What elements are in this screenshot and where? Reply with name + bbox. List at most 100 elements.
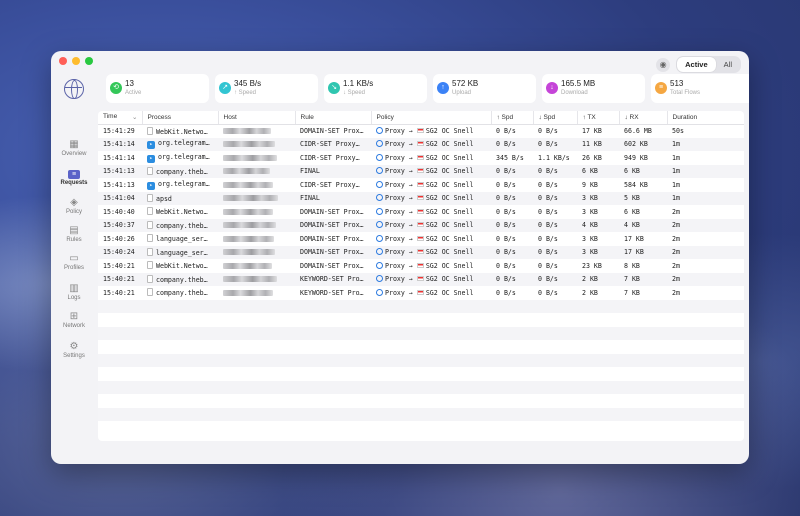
cell-duration: 2m [672, 288, 680, 297]
cell-up-speed: 0 B/s [491, 164, 533, 178]
cell-policy: Proxy → SG2 OC Snell [371, 286, 491, 300]
table-row[interactable]: 15:40:24 language_ser… DOMAIN-SET Prox… … [98, 245, 744, 259]
policy-node: SG2 OC Snell [425, 167, 474, 176]
cell-process: company.theb… [142, 164, 218, 178]
sidebar-item-requests[interactable]: ≡ Requests [51, 169, 97, 186]
cell-policy: Proxy → SG2 OC Snell [371, 151, 491, 165]
cell-up-speed: 0 B/s [491, 191, 533, 205]
cell-host [218, 164, 295, 178]
cell-duration: 50s [672, 127, 684, 135]
table-row[interactable]: 15:40:21 company.theb… KEYWORD-SET Pro… … [98, 272, 744, 286]
cell-rx: 66.6 MB [624, 127, 652, 135]
table-row[interactable]: 15:41:04 apsd FINAL Proxy → SG2 OC Snell … [98, 191, 744, 205]
column-header[interactable]: ↓ RX [619, 111, 668, 125]
stat-card: ↘ 1.1 KB/s ↓ Speed [324, 74, 427, 103]
table-row[interactable]: 15:40:40 WebKit.Netwo… DOMAIN-SET Prox… … [98, 205, 744, 219]
column-header[interactable]: ↓ Spd [533, 111, 578, 125]
proxy-icon [376, 194, 383, 202]
redacted-host [223, 195, 278, 202]
cell-up-speed: 0 B/s [491, 245, 533, 259]
cell-duration: 2m [667, 245, 744, 259]
cell-time: 15:40:21 [103, 261, 135, 270]
column-header[interactable]: ↑ Spd [491, 111, 534, 125]
sort-chevron-icon[interactable]: ⌄ [132, 113, 137, 121]
empty-cell [98, 421, 744, 435]
table-row[interactable]: 15:40:37 company.theb… DOMAIN-SET Prox… … [98, 218, 744, 232]
cell-rx: 5 KB [619, 191, 667, 205]
table-row[interactable]: 15:41:29 WebKit.Netwo… DOMAIN-SET Prox… … [98, 124, 744, 138]
document-icon [147, 261, 153, 270]
sidebar-item-network[interactable]: ⊞ Network [51, 311, 97, 329]
redacted-host [223, 168, 270, 175]
proxy-icon [376, 127, 383, 134]
cell-policy: Proxy → SG2 OC Snell [371, 272, 491, 286]
cell-up-speed: 0 B/s [496, 180, 516, 189]
cell-rx: 949 KB [624, 153, 648, 162]
sidebar-item-rules[interactable]: ▤ Rules [51, 225, 97, 243]
empty-cell [98, 407, 744, 421]
column-header-label: Host [223, 113, 237, 121]
column-header[interactable]: Host [218, 111, 296, 125]
column-header[interactable]: Rule [295, 111, 372, 125]
sidebar-item-logs[interactable]: ▥ Logs [51, 283, 97, 301]
eye-icon[interactable]: ◉ [656, 57, 671, 72]
telegram-icon: ➤ [147, 141, 155, 150]
table-row[interactable]: 15:40:21 WebKit.Netwo… DOMAIN-SET Prox… … [98, 259, 744, 273]
filter-segmented-control: Active All [676, 56, 741, 73]
policy-name: Proxy [385, 248, 405, 257]
cell-time: 15:41:13 [98, 164, 142, 178]
column-header[interactable]: Time ⌄ [98, 111, 143, 125]
flag-icon [416, 195, 424, 201]
sidebar-item-settings[interactable]: ⚙ Settings [51, 341, 97, 359]
flag-icon [416, 208, 424, 214]
proxy-icon [376, 221, 383, 229]
cell-rx: 17 KB [619, 245, 667, 259]
arrow-icon: → [408, 234, 413, 243]
cell-rx: 584 KB [624, 180, 648, 189]
cell-rx: 7 KB [624, 288, 640, 297]
table-row[interactable]: 15:41:14 ➤ org.telegram… CIDR-SET Proxy… … [98, 151, 744, 165]
close-window-button[interactable] [59, 57, 67, 65]
table-row[interactable]: 15:40:26 language_ser… DOMAIN-SET Prox… … [98, 232, 744, 246]
cell-policy: Proxy → SG2 OC Snell [371, 232, 491, 246]
cell-tx: 3 KB [582, 234, 598, 243]
table-row[interactable]: 15:41:13 company.theb… FINAL Proxy → SG2 … [98, 164, 744, 178]
empty-cell [98, 353, 744, 367]
sidebar-item-policy[interactable]: ◈ Policy [51, 197, 97, 215]
cell-policy: Proxy → SG2 OC Snell [371, 259, 491, 273]
stat-card: ↑ 572 KB Upload [433, 74, 536, 103]
cell-time: 15:40:26 [103, 234, 135, 243]
table-row[interactable]: 15:40:21 company.theb… KEYWORD-SET Pro… … [98, 286, 744, 300]
stat-icon: ↗ [219, 82, 231, 94]
sidebar-item-overview[interactable]: ▦ Overview [51, 139, 97, 157]
table-row[interactable]: 15:41:13 ➤ org.telegram… CIDR-SET Proxy… … [98, 178, 744, 192]
window-controls [59, 57, 93, 65]
cell-process: apsd [142, 191, 218, 205]
empty-cell [98, 299, 744, 313]
policy-node: SG2 OC Snell [425, 140, 474, 149]
minimize-window-button[interactable] [72, 57, 80, 65]
cell-rx: 7 KB [619, 272, 667, 286]
cell-rx: 6 KB [624, 207, 640, 216]
zoom-window-button[interactable] [85, 57, 93, 65]
column-header[interactable]: Process [142, 111, 219, 125]
filter-active-button[interactable]: Active [677, 57, 716, 72]
policy-name: Proxy [385, 288, 405, 297]
cell-rule: CIDR-SET Proxy… [300, 180, 360, 189]
cell-down-speed: 0 B/s [538, 261, 558, 270]
cell-time: 15:40:40 [103, 207, 135, 216]
cell-rule: DOMAIN-SET Prox… [300, 234, 364, 243]
flag-icon [416, 141, 424, 147]
stat-card: ⟲ 13 Active [106, 74, 209, 103]
sidebar-item-profiles[interactable]: ▭ Profiles [51, 253, 97, 271]
table-row[interactable]: 15:41:14 ➤ org.telegram… CIDR-SET Proxy… … [98, 137, 744, 151]
policy-node: SG2 OC Snell [425, 127, 474, 135]
arrow-icon: → [408, 288, 413, 297]
column-header[interactable]: Policy [371, 111, 492, 125]
cell-policy: Proxy → SG2 OC Snell [371, 137, 491, 151]
column-header[interactable]: Duration [667, 111, 744, 125]
column-header[interactable]: ↑ TX [577, 111, 620, 125]
filter-all-button[interactable]: All [716, 57, 740, 72]
redacted-host [223, 276, 277, 283]
policy-name: Proxy [385, 234, 405, 243]
